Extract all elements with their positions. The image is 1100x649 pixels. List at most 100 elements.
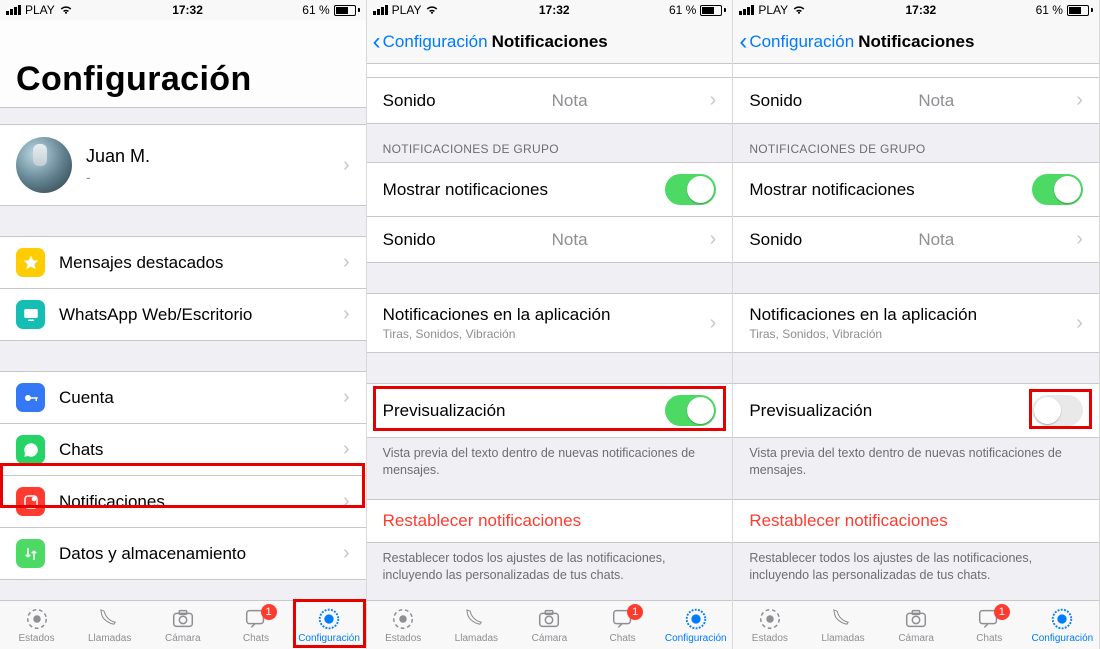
row-label: WhatsApp Web/Escritorio — [59, 305, 252, 325]
chevron-right-icon: › — [1076, 228, 1083, 251]
row-label: Notificaciones — [59, 492, 165, 512]
row-notifications[interactable]: Notificaciones › — [0, 476, 366, 528]
tab-label: Chats — [243, 633, 269, 644]
notifications-scroll[interactable]: Sonido Nota › NOTIFICACIONES DE GRUPO Mo… — [367, 64, 733, 600]
tab-camera[interactable]: Cámara — [513, 606, 586, 644]
row-label: Previsualización — [383, 401, 506, 421]
tab-label: Llamadas — [821, 633, 864, 644]
tab-settings[interactable]: Configuración — [659, 606, 732, 644]
row-label: Notificaciones en la aplicación — [383, 305, 611, 325]
tab-chats[interactable]: 1Chats — [586, 606, 659, 644]
row-label: Previsualización — [749, 401, 872, 421]
row-starred-messages[interactable]: Mensajes destacados › — [0, 236, 366, 289]
tab-label: Llamadas — [88, 633, 131, 644]
group-footer: Restablecer todos los ajustes de las not… — [733, 543, 1099, 594]
tab-label: Llamadas — [455, 633, 498, 644]
tab-label: Estados — [18, 633, 54, 644]
chats-badge: 1 — [994, 604, 1010, 620]
toggle-switch[interactable] — [1032, 174, 1083, 205]
back-label: Configuración — [749, 32, 854, 52]
tab-camera[interactable]: Cámara — [880, 606, 953, 644]
row-sound[interactable]: Sonido Nota › — [367, 78, 733, 124]
chevron-right-icon: › — [710, 312, 717, 335]
wifi-icon — [59, 5, 73, 15]
screen-notifications-on: PLAY 17:32 61 % ‹ Configuración Notifica… — [367, 0, 734, 649]
notifications-scroll[interactable]: Sonido Nota › NOTIFICACIONES DE GRUPO Mo… — [733, 64, 1099, 600]
row-group-sound[interactable]: Sonido Nota › — [367, 217, 733, 263]
tab-calls[interactable]: Llamadas — [440, 606, 513, 644]
row-label: Restablecer notificaciones — [383, 511, 581, 531]
back-button[interactable]: ‹ Configuración — [373, 30, 488, 54]
tab-bar: Estados Llamadas Cámara 1Chats Configura… — [367, 600, 733, 649]
row-in-app-notifications[interactable]: Notificaciones en la aplicación Tiras, S… — [733, 293, 1099, 353]
profile-status: - — [86, 169, 150, 185]
battery-icon — [334, 5, 360, 16]
chevron-right-icon: › — [343, 490, 350, 513]
tab-label: Cámara — [165, 633, 201, 644]
chevron-right-icon: › — [710, 228, 717, 251]
large-title-area: Configuración — [0, 20, 366, 108]
row-label: Mostrar notificaciones — [749, 180, 914, 200]
star-icon — [16, 248, 45, 277]
row-label: Sonido — [383, 230, 436, 250]
row-label: Chats — [59, 440, 103, 460]
data-icon — [16, 539, 45, 568]
row-preview[interactable]: Previsualización — [367, 383, 733, 438]
settings-scroll[interactable]: Juan M. - › Mensajes destacados › WhatsA… — [0, 108, 366, 600]
row-whatsapp-web[interactable]: WhatsApp Web/Escritorio › — [0, 289, 366, 341]
row-show-notifications[interactable]: Mostrar notificaciones — [367, 162, 733, 217]
toggle-switch[interactable] — [665, 174, 716, 205]
tab-chats[interactable]: 1 Chats — [219, 606, 292, 644]
screen-notifications-off: PLAY 17:32 61 % ‹ Configuración Notifica… — [733, 0, 1100, 649]
tab-calls[interactable]: Llamadas — [73, 606, 146, 644]
row-preview[interactable]: Previsualización — [733, 383, 1099, 438]
screen-settings: PLAY 17:32 61 % Configuración Juan M. - … — [0, 0, 367, 649]
chevron-right-icon: › — [343, 438, 350, 461]
status-bar: PLAY 17:32 61 % — [733, 0, 1099, 20]
row-chats[interactable]: Chats › — [0, 424, 366, 476]
row-group-sound[interactable]: Sonido Nota › — [733, 217, 1099, 263]
carrier-label: PLAY — [392, 3, 422, 17]
wifi-icon — [425, 5, 439, 15]
preview-toggle-switch[interactable] — [665, 395, 716, 426]
row-reset-notifications[interactable]: Restablecer notificaciones — [733, 499, 1099, 543]
carrier-label: PLAY — [25, 3, 55, 17]
group-footer: Restablecer todos los ajustes de las not… — [367, 543, 733, 594]
signal-icon — [739, 5, 754, 15]
chat-icon — [16, 435, 45, 464]
status-time: 17:32 — [906, 3, 937, 17]
tab-settings[interactable]: Configuración — [1026, 606, 1099, 644]
preview-toggle-switch[interactable] — [1032, 395, 1083, 426]
tab-status[interactable]: Estados — [367, 606, 440, 644]
chevron-left-icon: ‹ — [373, 30, 381, 54]
tab-camera[interactable]: Cámara — [146, 606, 219, 644]
row-sound[interactable]: Sonido Nota › — [733, 78, 1099, 124]
row-reset-notifications[interactable]: Restablecer notificaciones — [367, 499, 733, 543]
battery-icon — [1067, 5, 1093, 16]
tab-bar: Estados Llamadas Cámara 1Chats Configura… — [733, 600, 1099, 649]
row-label: Sonido — [383, 91, 436, 111]
tab-settings[interactable]: Configuración — [293, 606, 366, 644]
tab-status[interactable]: Estados — [0, 606, 73, 644]
status-time: 17:32 — [172, 3, 203, 17]
battery-pct: 61 % — [302, 3, 329, 17]
page-title: Configuración — [16, 60, 350, 99]
tab-status[interactable]: Estados — [733, 606, 806, 644]
row-account[interactable]: Cuenta › — [0, 371, 366, 424]
row-label: Cuenta — [59, 388, 114, 408]
back-button[interactable]: ‹ Configuración — [739, 30, 854, 54]
avatar — [16, 137, 72, 193]
row-in-app-notifications[interactable]: Notificaciones en la aplicación Tiras, S… — [367, 293, 733, 353]
tab-chats[interactable]: 1Chats — [953, 606, 1026, 644]
row-show-notifications[interactable]: Mostrar notificaciones — [733, 162, 1099, 217]
tab-label: Configuración — [665, 633, 727, 644]
battery-icon — [700, 5, 726, 16]
row-data-storage[interactable]: Datos y almacenamiento › — [0, 528, 366, 580]
tab-label: Chats — [610, 633, 636, 644]
tab-calls[interactable]: Llamadas — [806, 606, 879, 644]
row-label: Mensajes destacados — [59, 253, 223, 273]
row-label: Sonido — [749, 230, 802, 250]
profile-row[interactable]: Juan M. - › — [0, 124, 366, 206]
row-value: Nota — [918, 91, 954, 111]
page-title: Notificaciones — [858, 32, 974, 52]
